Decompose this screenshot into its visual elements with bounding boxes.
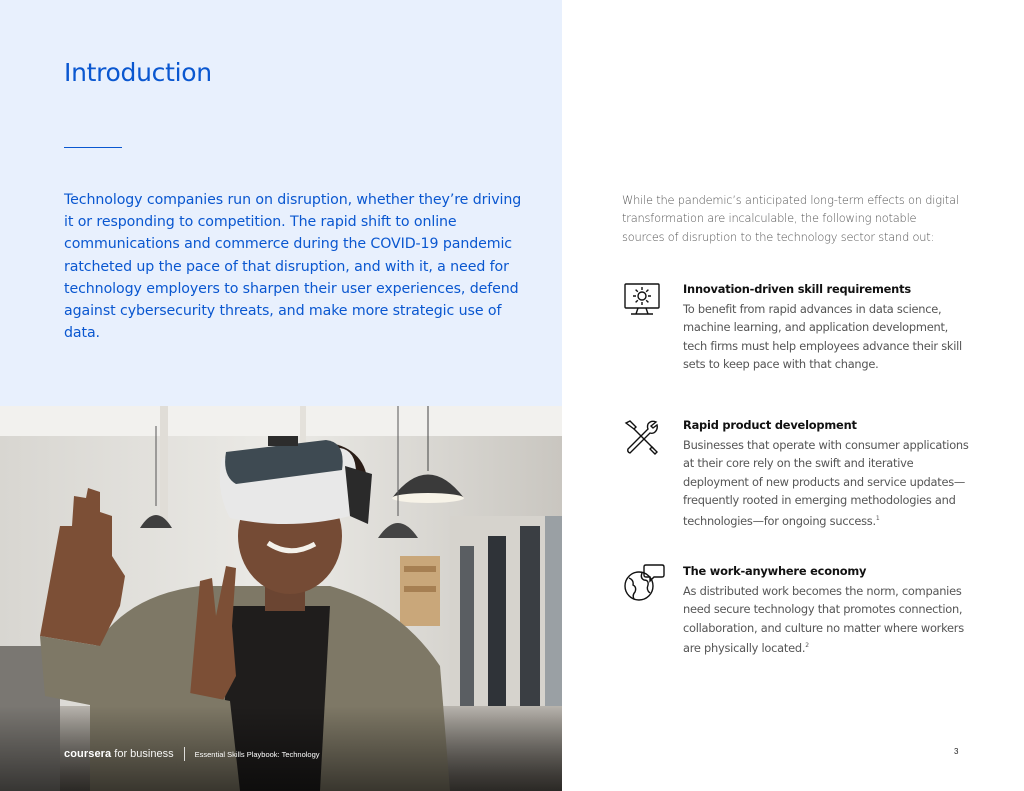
item-body: To benefit from rapid advances in data s… [683,302,962,372]
page-number: 3 [954,747,959,756]
tools-icon [622,417,662,457]
document-title: Essential Skills Playbook: Technology [194,749,320,759]
item-body: Businesses that operate with consumer ap… [683,438,969,528]
item-heading: Rapid product development [683,418,857,432]
footnote-marker: 2 [805,642,809,650]
intro-panel: Introduction Technology companies run on… [0,0,562,406]
footer-separator [183,747,185,761]
footnote-marker: 1 [875,514,880,522]
page-title: Introduction [64,58,212,87]
disruption-intro: While the pandemic’s anticipated long-te… [622,193,959,244]
computer-gear-icon [622,281,662,321]
item-body: As distributed work becomes the norm, co… [683,584,964,656]
coursera-logo: coursera [64,748,112,760]
title-underline [64,147,122,148]
vr-headset-photo [0,406,562,791]
globe-chat-icon [622,563,665,603]
footer-brand: coursera for business Essential Skills P… [64,745,320,763]
intro-paragraph: Technology companies run on disruption, … [64,192,522,342]
item-heading: The work-anywhere economy [683,564,867,578]
item-heading: Innovation-driven skill requirements [683,282,911,296]
brand-suffix: for business [114,748,174,760]
